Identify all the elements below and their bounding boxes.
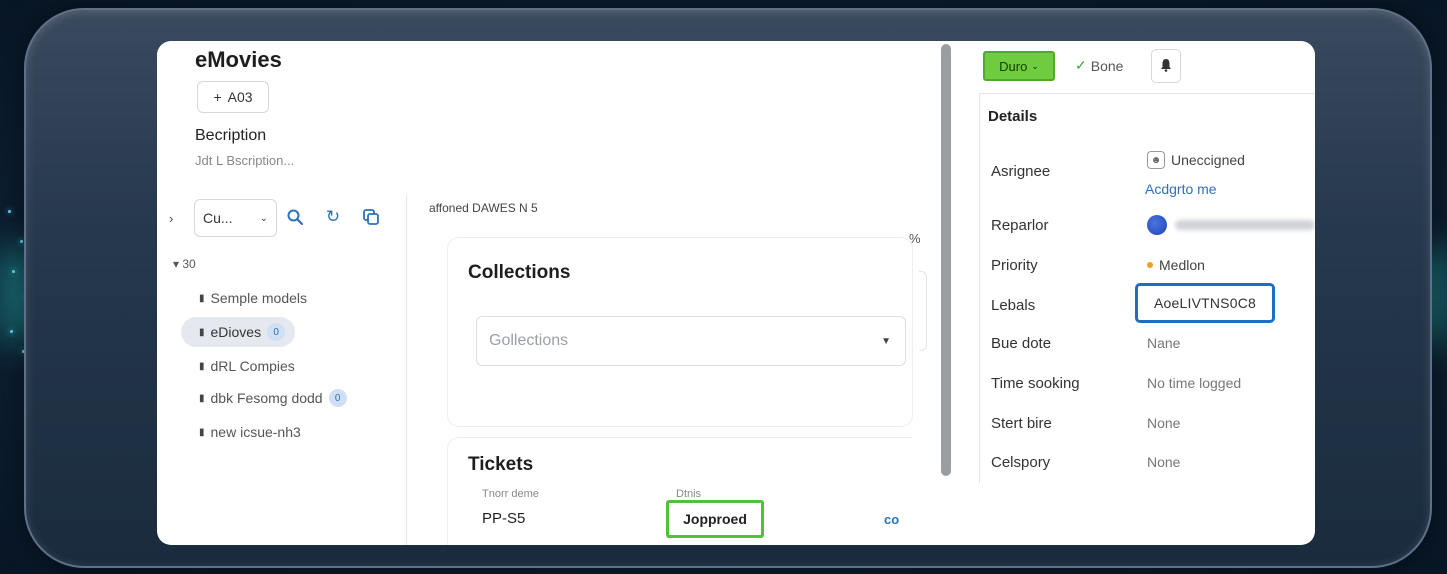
priority-icon <box>1147 262 1153 268</box>
app-window: eMovies + A03 Becription Jdt L Bscriptio… <box>157 41 1315 545</box>
details-title: Details <box>988 108 1038 125</box>
reporter-value[interactable] <box>1147 215 1315 235</box>
tree-item-label: new icsue-nh3 <box>210 424 301 440</box>
labels-field[interactable]: AoeLIVTNS0C8 <box>1135 283 1275 323</box>
assign-to-me-link[interactable]: Acdgrto me <box>1145 181 1217 197</box>
status-dropdown-label: Duro <box>999 58 1028 74</box>
tree-item-label: Semple models <box>210 290 308 306</box>
labels-label: Lebals <box>991 297 1036 314</box>
folder-icon: ▮ <box>199 360 205 372</box>
tree-item-label: dbk Fesomg dodd <box>210 390 323 406</box>
collections-card: Collections Gollections ▼ <box>447 237 913 427</box>
tickets-title: Tickets <box>468 454 534 475</box>
refresh-icon[interactable]: ↻ <box>323 207 343 227</box>
priority-label: Priority <box>991 257 1038 274</box>
done-button[interactable]: ✓ Bone <box>1075 57 1123 74</box>
check-icon: ✓ <box>1075 57 1087 73</box>
category-value[interactable]: None <box>1147 454 1180 470</box>
done-button-label: Bone <box>1090 57 1124 74</box>
search-icon[interactable] <box>285 207 305 227</box>
collections-title: Collections <box>468 262 571 283</box>
tree-item-active[interactable]: ▮ eDioves 0 <box>181 317 296 347</box>
folder-icon: ▮ <box>199 292 205 304</box>
copy-icon[interactable] <box>361 207 381 227</box>
ticket-id[interactable]: PP-S5 <box>482 510 525 527</box>
reporter-label: Reparlor <box>991 217 1049 234</box>
tree-item-label: eDioves <box>210 324 262 340</box>
add-button[interactable]: + A03 <box>197 81 269 113</box>
start-date-value[interactable]: None <box>1147 415 1180 431</box>
chevron-right-icon[interactable]: › <box>169 211 173 226</box>
count-badge: 0 <box>267 323 286 341</box>
tree-item[interactable]: ▮ new icsue-nh3 <box>181 417 311 447</box>
issue-details-panel: Duro ⌄ ✓ Bone Details Asrignee ☻ Uneccig… <box>979 41 1315 545</box>
reporter-name-redacted <box>1175 220 1315 230</box>
status-dropdown[interactable]: Duro ⌄ <box>983 51 1055 81</box>
count-badge: 0 <box>328 389 347 407</box>
assignee-value-text: Uneccigned <box>1171 152 1245 168</box>
status-badge[interactable]: Jopproed <box>666 500 764 538</box>
watch-button[interactable] <box>1151 49 1181 83</box>
category-label: Celspory <box>991 454 1051 471</box>
tree-root[interactable]: ▾ 30 <box>173 257 196 271</box>
collections-select-placeholder: Gollections <box>489 332 569 349</box>
description-input[interactable]: Jdt L Bscription... <box>195 153 294 168</box>
user-icon: ☻ <box>1147 151 1165 169</box>
folder-icon: ▮ <box>199 426 205 438</box>
tree-item[interactable]: ▮ dRL Compies <box>181 351 305 381</box>
plus-icon: + <box>213 89 222 105</box>
add-button-label: A03 <box>227 89 253 105</box>
avatar <box>1147 215 1167 235</box>
chevron-down-icon: ▼ <box>881 335 891 347</box>
card-edge <box>919 271 927 351</box>
priority-value-text: Medlon <box>1159 257 1205 273</box>
filter-select[interactable]: Cu... ⌄ <box>194 199 277 237</box>
page-title: eMovies <box>195 47 282 72</box>
assignee-label: Asrignee <box>991 163 1051 180</box>
tree-item[interactable]: ▮ dbk Fesomg dodd 0 <box>181 383 357 413</box>
due-date-label: Bue dote <box>991 335 1052 352</box>
time-tracking-value[interactable]: No time logged <box>1147 375 1241 391</box>
chevron-down-icon: ⌄ <box>259 212 268 224</box>
due-date-value[interactable]: Nane <box>1147 335 1180 351</box>
folder-icon: ▮ <box>199 392 205 404</box>
priority-value[interactable]: Medlon <box>1147 257 1205 273</box>
column-header-status: Dtnis <box>676 488 702 500</box>
tree-item[interactable]: ▮ Semple models <box>181 283 317 313</box>
chevron-down-icon: ⌄ <box>1031 60 1039 71</box>
tree-item-label: dRL Compies <box>210 358 295 374</box>
start-date-label: Stert bire <box>991 415 1052 432</box>
description-label: Becription <box>195 127 267 144</box>
filter-select-value: Cu... <box>203 210 233 226</box>
time-tracking-label: Time sooking <box>991 375 1080 392</box>
column-header-id: Tnorr deme <box>482 488 539 500</box>
scrollbar[interactable] <box>941 44 951 476</box>
assignee-value[interactable]: ☻ Uneccigned <box>1147 151 1245 169</box>
tickets-card: Tickets Tnorr deme Dtnis PP-S5 Jopproed … <box>447 437 913 545</box>
collections-select[interactable]: Gollections ▼ <box>476 316 906 366</box>
folder-icon: ▮ <box>199 326 205 338</box>
bell-icon <box>1160 58 1172 75</box>
tree-root-label: 30 <box>182 257 196 271</box>
project-tree-panel: › Cu... ⌄ ↻ ▾ 30 ▮ Semple models ▮ eDiov… <box>157 195 407 545</box>
link-icon[interactable]: co <box>884 512 899 527</box>
section-caption: affoned DAWES N 5 <box>429 201 538 215</box>
